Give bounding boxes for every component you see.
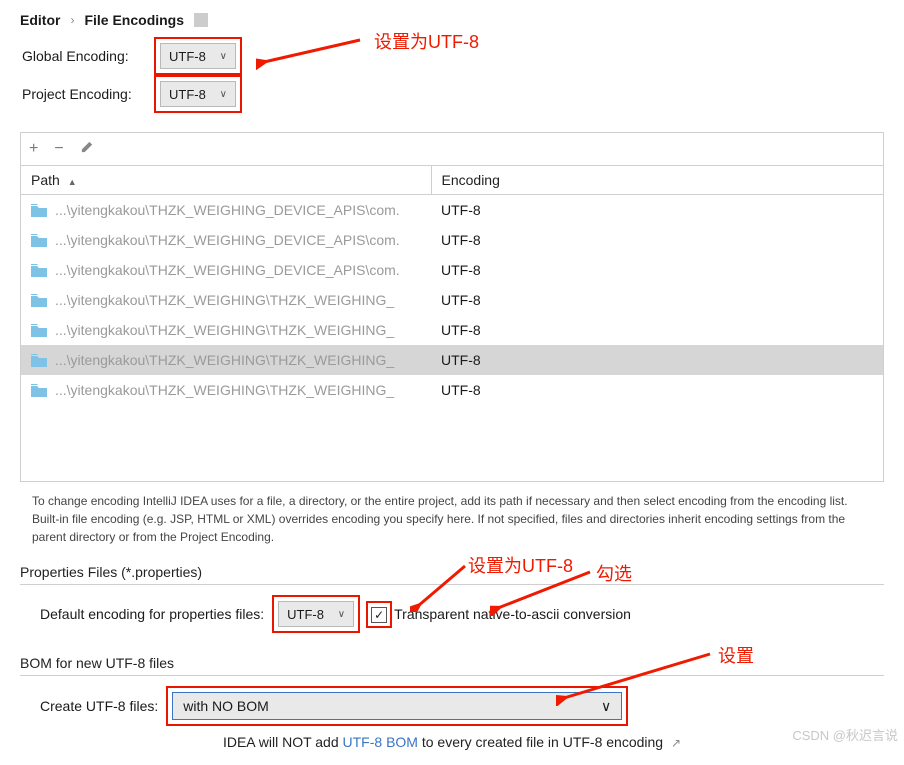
chevron-down-icon: ∨ — [601, 698, 611, 715]
folder-icon — [31, 384, 47, 397]
utf8-bom-link[interactable]: UTF-8 BOM — [343, 734, 418, 750]
column-path-label: Path — [31, 172, 60, 188]
encoding-cell[interactable]: UTF-8 — [431, 375, 883, 405]
encoding-settings: Global Encoding: UTF-8 ∨ Project Encodin… — [0, 36, 904, 126]
project-encoding-label: Project Encoding: — [22, 86, 144, 102]
path-text: ...\yitengkakou\THZK_WEIGHING_DEVICE_API… — [55, 262, 400, 278]
global-encoding-value: UTF-8 — [169, 49, 206, 64]
chevron-down-icon: ∨ — [338, 609, 345, 620]
encoding-table: Path ▲ Encoding ...\yitengkakou\THZK_WEI… — [21, 165, 883, 405]
breadcrumb: Editor › File Encodings — [0, 0, 904, 36]
path-text: ...\yitengkakou\THZK_WEIGHING\THZK_WEIGH… — [55, 292, 394, 308]
table-row[interactable]: ...\yitengkakou\THZK_WEIGHING_DEVICE_API… — [21, 225, 883, 255]
chevron-down-icon: ∨ — [220, 89, 227, 100]
encoding-cell[interactable]: UTF-8 — [431, 285, 883, 315]
breadcrumb-editor[interactable]: Editor — [20, 12, 60, 28]
edit-button[interactable] — [80, 139, 95, 159]
properties-encoding-value: UTF-8 — [287, 607, 324, 622]
path-text: ...\yitengkakou\THZK_WEIGHING\THZK_WEIGH… — [55, 382, 394, 398]
bom-section-title: BOM for new UTF-8 files — [20, 655, 884, 676]
external-link-icon: ↗ — [671, 736, 681, 750]
path-cell: ...\yitengkakou\THZK_WEIGHING_DEVICE_API… — [21, 255, 431, 285]
settings-scope-icon — [194, 13, 208, 27]
create-utf8-label: Create UTF-8 files: — [40, 698, 158, 714]
path-text: ...\yitengkakou\THZK_WEIGHING_DEVICE_API… — [55, 232, 400, 248]
encoding-cell[interactable]: UTF-8 — [431, 255, 883, 285]
path-cell: ...\yitengkakou\THZK_WEIGHING\THZK_WEIGH… — [21, 315, 431, 345]
sort-ascending-icon: ▲ — [68, 177, 77, 187]
path-cell: ...\yitengkakou\THZK_WEIGHING_DEVICE_API… — [21, 195, 431, 225]
add-button[interactable]: + — [29, 140, 38, 158]
folder-icon — [31, 294, 47, 307]
path-cell: ...\yitengkakou\THZK_WEIGHING_DEVICE_API… — [21, 225, 431, 255]
properties-section-title: Properties Files (*.properties) — [20, 564, 884, 585]
path-cell: ...\yitengkakou\THZK_WEIGHING\THZK_WEIGH… — [21, 345, 431, 375]
bom-foot-suffix: to every created file in UTF-8 encoding — [422, 734, 663, 750]
table-row[interactable]: ...\yitengkakou\THZK_WEIGHING_DEVICE_API… — [21, 195, 883, 226]
table-row[interactable]: ...\yitengkakou\THZK_WEIGHING\THZK_WEIGH… — [21, 345, 883, 375]
chevron-right-icon: › — [70, 13, 74, 27]
column-encoding[interactable]: Encoding — [431, 166, 883, 195]
transparent-ascii-label: Transparent native-to-ascii conversion — [394, 606, 631, 622]
bom-row: Create UTF-8 files: with NO BOM ∨ — [0, 682, 904, 730]
properties-encoding-select[interactable]: UTF-8 ∨ — [278, 601, 354, 627]
table-row[interactable]: ...\yitengkakou\THZK_WEIGHING\THZK_WEIGH… — [21, 315, 883, 345]
table-row[interactable]: ...\yitengkakou\THZK_WEIGHING\THZK_WEIGH… — [21, 285, 883, 315]
bom-foot-prefix: IDEA will NOT add — [223, 734, 343, 750]
create-utf8-value: with NO BOM — [183, 698, 269, 714]
encoding-cell[interactable]: UTF-8 — [431, 225, 883, 255]
table-row[interactable]: ...\yitengkakou\THZK_WEIGHING\THZK_WEIGH… — [21, 375, 883, 405]
table-row[interactable]: ...\yitengkakou\THZK_WEIGHING_DEVICE_API… — [21, 255, 883, 285]
breadcrumb-file-encodings[interactable]: File Encodings — [84, 12, 184, 28]
path-text: ...\yitengkakou\THZK_WEIGHING\THZK_WEIGH… — [55, 352, 394, 368]
path-text: ...\yitengkakou\THZK_WEIGHING_DEVICE_API… — [55, 202, 400, 218]
encoding-cell[interactable]: UTF-8 — [431, 195, 883, 226]
folder-icon — [31, 234, 47, 247]
global-encoding-select[interactable]: UTF-8 ∨ — [160, 43, 236, 69]
bom-footnote: IDEA will NOT add UTF-8 BOM to every cre… — [0, 734, 904, 750]
encoding-cell[interactable]: UTF-8 — [431, 315, 883, 345]
path-text: ...\yitengkakou\THZK_WEIGHING\THZK_WEIGH… — [55, 322, 394, 338]
folder-icon — [31, 324, 47, 337]
path-cell: ...\yitengkakou\THZK_WEIGHING\THZK_WEIGH… — [21, 375, 431, 405]
remove-button[interactable]: − — [54, 140, 63, 158]
encoding-hint: To change encoding IntelliJ IDEA uses fo… — [32, 492, 872, 546]
encoding-table-container: + − Path ▲ Encoding ...\yitengkakou\THZK… — [20, 132, 884, 482]
global-encoding-label: Global Encoding: — [22, 48, 144, 64]
create-utf8-select[interactable]: with NO BOM ∨ — [172, 692, 622, 720]
project-encoding-select[interactable]: UTF-8 ∨ — [160, 81, 236, 107]
folder-icon — [31, 354, 47, 367]
project-encoding-value: UTF-8 — [169, 87, 206, 102]
column-path[interactable]: Path ▲ — [21, 166, 431, 195]
path-cell: ...\yitengkakou\THZK_WEIGHING\THZK_WEIGH… — [21, 285, 431, 315]
folder-icon — [31, 204, 47, 217]
folder-icon — [31, 264, 47, 277]
transparent-ascii-checkbox[interactable]: ✓ — [371, 607, 387, 623]
table-toolbar: + − — [21, 133, 883, 165]
encoding-cell[interactable]: UTF-8 — [431, 345, 883, 375]
chevron-down-icon: ∨ — [220, 51, 227, 62]
properties-row: Default encoding for properties files: U… — [0, 591, 904, 637]
properties-encoding-label: Default encoding for properties files: — [40, 606, 264, 622]
